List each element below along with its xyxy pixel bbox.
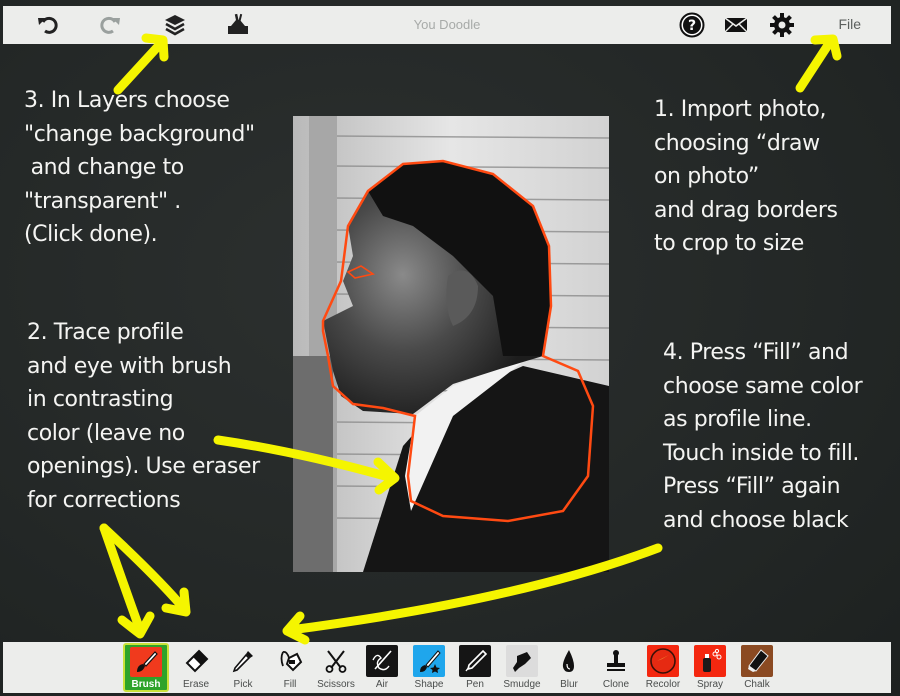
tool-label: Brush: [131, 679, 161, 690]
pen-icon: [459, 645, 491, 677]
tool-label: Erase: [182, 679, 210, 690]
bottom-toolbar: Brush Erase Pick Fill Scissors Air Shape…: [3, 642, 891, 693]
airbrush-icon: [366, 645, 398, 677]
tool-recolor[interactable]: Recolor: [640, 643, 686, 692]
instruction-step-3: 3. In Layers choose "change background" …: [24, 88, 255, 247]
tool-label: Pen: [466, 679, 484, 690]
smudge-icon: [506, 645, 538, 677]
eyedropper-icon: [227, 645, 259, 677]
settings-button[interactable]: [767, 10, 797, 40]
tool-air[interactable]: Air: [359, 643, 405, 692]
tool-scissors[interactable]: Scissors: [313, 643, 359, 692]
tool-label: Clone: [602, 679, 630, 690]
recolor-icon: [647, 645, 679, 677]
shape-icon: [413, 645, 445, 677]
tool-fill[interactable]: Fill: [267, 643, 313, 692]
tool-erase[interactable]: Erase: [173, 643, 219, 692]
instruction-step-4: 4. Press “Fill” and choose same color as…: [663, 340, 863, 533]
tool-smudge[interactable]: Smudge: [499, 643, 545, 692]
tool-spray[interactable]: Spray: [687, 643, 733, 692]
tool-label: Air: [375, 679, 389, 690]
brush-icon: [130, 647, 162, 677]
fill-bucket-icon: [274, 645, 306, 677]
eraser-icon: [180, 645, 212, 677]
scissors-icon: [320, 645, 352, 677]
tool-label: Fill: [283, 679, 297, 690]
instruction-step-1: 1. Import photo, choosing “draw on photo…: [654, 97, 838, 256]
tool-label: Chalk: [744, 679, 770, 690]
chalk-icon: [741, 645, 773, 677]
tool-label: Spray: [696, 679, 724, 690]
help-button[interactable]: ?: [677, 10, 707, 40]
profile-photo: [293, 116, 609, 572]
svg-text:?: ?: [688, 18, 696, 34]
app-title: You Doodle: [413, 17, 481, 32]
tool-chalk[interactable]: Chalk: [734, 643, 780, 692]
help-icon: ?: [679, 12, 705, 38]
instruction-step-2: 2. Trace profile and eye with brush in c…: [27, 320, 260, 513]
mail-button[interactable]: [721, 10, 751, 40]
tool-shape[interactable]: Shape: [406, 643, 452, 692]
gear-icon: [770, 13, 794, 37]
tool-label: Pick: [233, 679, 253, 690]
tool-label: Scissors: [317, 679, 355, 690]
tool-pick[interactable]: Pick: [220, 643, 266, 692]
mail-icon: [724, 17, 748, 33]
file-menu-button[interactable]: File: [838, 16, 861, 32]
tool-label: Shape: [414, 679, 444, 690]
tool-label: Blur: [560, 679, 578, 690]
clone-stamp-icon: [600, 645, 632, 677]
tool-pen[interactable]: Pen: [452, 643, 498, 692]
tool-blur[interactable]: Blur: [546, 643, 592, 692]
photo-layer[interactable]: [293, 116, 609, 572]
top-toolbar: You Doodle ? File: [3, 6, 891, 44]
tool-label: Recolor: [645, 679, 681, 690]
spray-can-icon: [694, 645, 726, 677]
tool-label: Smudge: [503, 679, 541, 690]
tool-brush[interactable]: Brush: [123, 643, 169, 692]
tool-clone[interactable]: Clone: [593, 643, 639, 692]
blur-drop-icon: [553, 645, 585, 677]
